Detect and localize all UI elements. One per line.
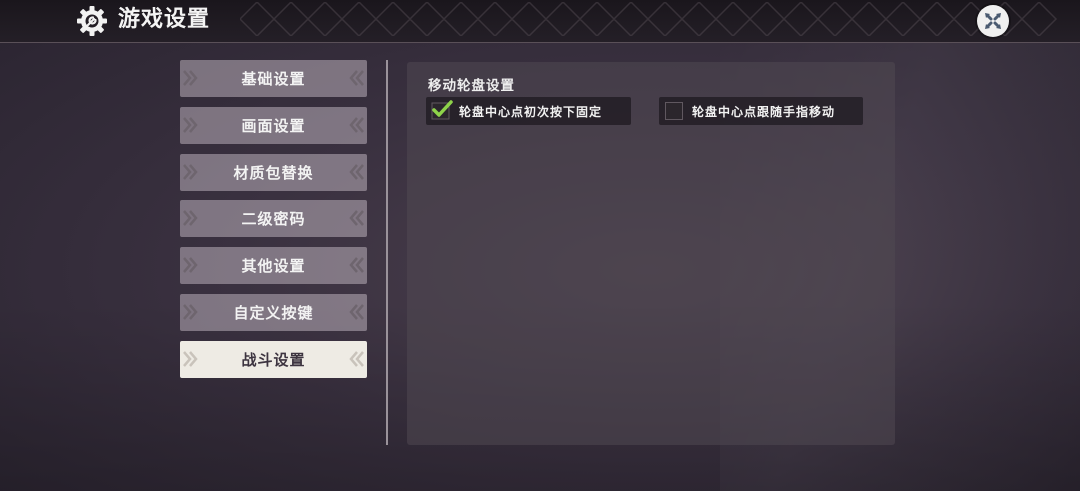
close-button[interactable] [977, 5, 1009, 37]
chevron-right-icon [183, 351, 198, 367]
sidebar-item-combat[interactable]: 战斗设置 [180, 341, 367, 378]
option-label: 轮盘中心点跟随手指移动 [692, 105, 836, 119]
sidebar-item-other[interactable]: 其他设置 [180, 247, 367, 284]
chevron-right-icon [183, 304, 198, 320]
gear-wrench-icon [76, 5, 108, 37]
header-ornament [240, 2, 1058, 36]
chevron-left-icon [349, 70, 364, 86]
checkbox-checked[interactable] [431, 100, 453, 120]
chevron-right-icon [183, 210, 198, 226]
close-icon [985, 13, 1001, 29]
sidebar-item-label: 自定义按键 [233, 304, 314, 322]
chevron-left-icon [349, 257, 364, 273]
checkbox-unchecked[interactable] [665, 102, 683, 120]
chevron-left-icon [349, 117, 364, 133]
chevron-right-icon [183, 257, 198, 273]
sidebar-item-graphics[interactable]: 画面设置 [180, 107, 367, 144]
title-bar: 游戏设置 [0, 0, 1080, 43]
sidebar-item-label: 画面设置 [241, 117, 306, 135]
chevron-right-icon [183, 164, 198, 180]
sidebar-item-texture-pack[interactable]: 材质包替换 [180, 154, 367, 191]
option-label: 轮盘中心点初次按下固定 [459, 105, 603, 119]
chevron-left-icon [349, 351, 364, 367]
sidebar-item-label: 战斗设置 [241, 351, 306, 369]
section-title: 移动轮盘设置 [428, 78, 515, 94]
vertical-divider [386, 60, 388, 445]
option-joystick-follow-finger[interactable]: 轮盘中心点跟随手指移动 [659, 97, 863, 125]
sidebar-item-label: 二级密码 [241, 210, 306, 228]
chevron-left-icon [349, 304, 364, 320]
sidebar-item-label: 基础设置 [241, 70, 306, 88]
option-joystick-fixed-on-first-press[interactable]: 轮盘中心点初次按下固定 [426, 97, 631, 125]
chevron-left-icon [349, 210, 364, 226]
sidebar-item-label: 其他设置 [241, 257, 306, 275]
sidebar-item-basic[interactable]: 基础设置 [180, 60, 367, 97]
page-title: 游戏设置 [118, 7, 211, 32]
chevron-right-icon [183, 117, 198, 133]
checkmark-icon [431, 100, 453, 120]
chevron-right-icon [183, 70, 198, 86]
sidebar-item-label: 材质包替换 [233, 164, 314, 182]
sidebar-item-custom-keys[interactable]: 自定义按键 [180, 294, 367, 331]
chevron-left-icon [349, 164, 364, 180]
sidebar-item-secondary-password[interactable]: 二级密码 [180, 200, 367, 237]
